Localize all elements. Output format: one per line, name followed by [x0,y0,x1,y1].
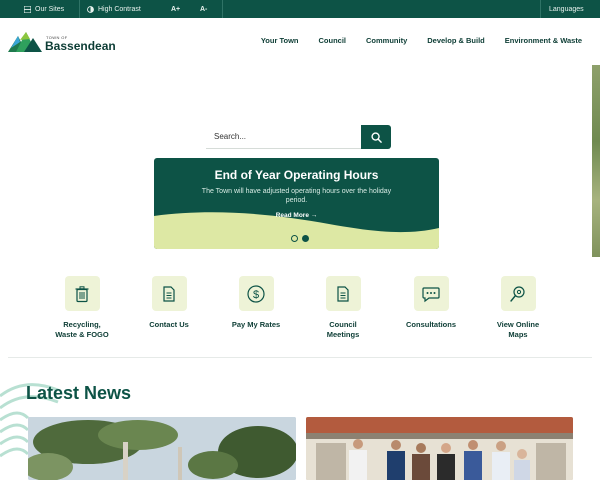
grid-icon [24,5,31,13]
quick-link-label: Meetings [326,330,360,339]
font-decrease-button[interactable]: A- [200,0,207,18]
quick-link-council-meetings[interactable]: Council Meetings [298,276,388,340]
languages-label: Languages [549,5,584,13]
utility-bar: Our Sites High Contrast A+ A- Languages [0,0,600,18]
logo-mark-icon [8,32,42,52]
nav-your-town[interactable]: Your Town [261,36,299,45]
site-logo[interactable]: TOWN OF Bassendean [8,30,116,52]
quick-link-label: Council [329,320,357,329]
chat-icon [422,286,440,302]
news-photo-group [306,417,573,480]
quick-link-label: Consultations [406,320,456,329]
news-card-image[interactable] [306,417,573,480]
quick-link-icon-box [64,276,100,311]
font-decrease-label: A- [200,5,208,13]
main-nav: Your Town Council Community Develop & Bu… [241,36,582,45]
map-pin-icon [510,285,525,302]
our-sites-button[interactable]: Our Sites [24,0,64,18]
carousel-dot-2[interactable] [302,235,309,242]
quick-link-icon-box [325,276,361,311]
quick-link-icon-box [500,276,536,311]
quick-link-label: Recycling, [63,320,101,329]
carousel-dot-1[interactable] [291,235,298,242]
search-input[interactable] [206,125,361,149]
dollar-icon: $ [247,284,265,303]
search-icon [370,131,382,143]
font-increase-label: A+ [171,5,181,13]
nav-council[interactable]: Council [319,36,347,45]
search-button[interactable] [361,125,391,149]
hero-image-edge [592,65,600,257]
quick-link-online-maps[interactable]: View Online Maps [473,276,563,340]
carousel-dots [291,235,309,242]
search-bar [206,125,391,149]
banner-text: The Town will have adjusted operating ho… [201,188,392,204]
svg-text:$: $ [253,289,259,301]
news-card-image[interactable] [28,417,296,480]
latest-news-heading: Latest News [26,383,132,403]
utility-separator [79,0,80,18]
quick-links: Recycling, Waste & FOGO Contact Us $ Pay … [0,276,600,346]
quick-link-label: Pay My Rates [231,320,281,329]
quick-link-pay-rates[interactable]: $ Pay My Rates [211,276,301,330]
site-header: TOWN OF Bassendean Your Town Council Com… [0,18,600,65]
trash-icon [75,285,89,302]
quick-link-icon-box [413,276,449,311]
quick-link-consultations[interactable]: Consultations [386,276,476,330]
languages-button[interactable]: Languages [549,0,584,18]
quick-link-label: Maps [508,330,528,339]
nav-environment-waste[interactable]: Environment & Waste [505,36,582,45]
quick-link-contact-us[interactable]: Contact Us [124,276,214,330]
news-photo-trees [28,417,296,480]
high-contrast-label: High Contrast [98,5,141,13]
nav-community[interactable]: Community [366,36,407,45]
quick-link-label: Waste & FOGO [55,330,109,339]
document-icon [163,285,175,302]
high-contrast-button[interactable]: High Contrast [87,0,141,18]
quick-link-icon-box: $ [238,276,274,311]
contrast-icon [87,5,94,13]
quick-link-recycling[interactable]: Recycling, Waste & FOGO [37,276,127,340]
font-increase-button[interactable]: A+ [171,0,180,18]
our-sites-label: Our Sites [35,5,65,13]
quick-link-label: Contact Us [149,320,189,329]
banner-title: End of Year Operating Hours [214,168,379,182]
section-divider [8,357,592,358]
utility-separator [222,0,223,18]
banner-read-more-link[interactable]: Read More → [154,212,439,219]
document-icon [337,285,349,302]
quick-link-label: View Online [496,320,540,329]
quick-link-icon-box [151,276,187,311]
utility-separator [540,0,541,18]
nav-develop-build[interactable]: Develop & Build [427,36,485,45]
logo-name: Bassendean [45,39,116,53]
